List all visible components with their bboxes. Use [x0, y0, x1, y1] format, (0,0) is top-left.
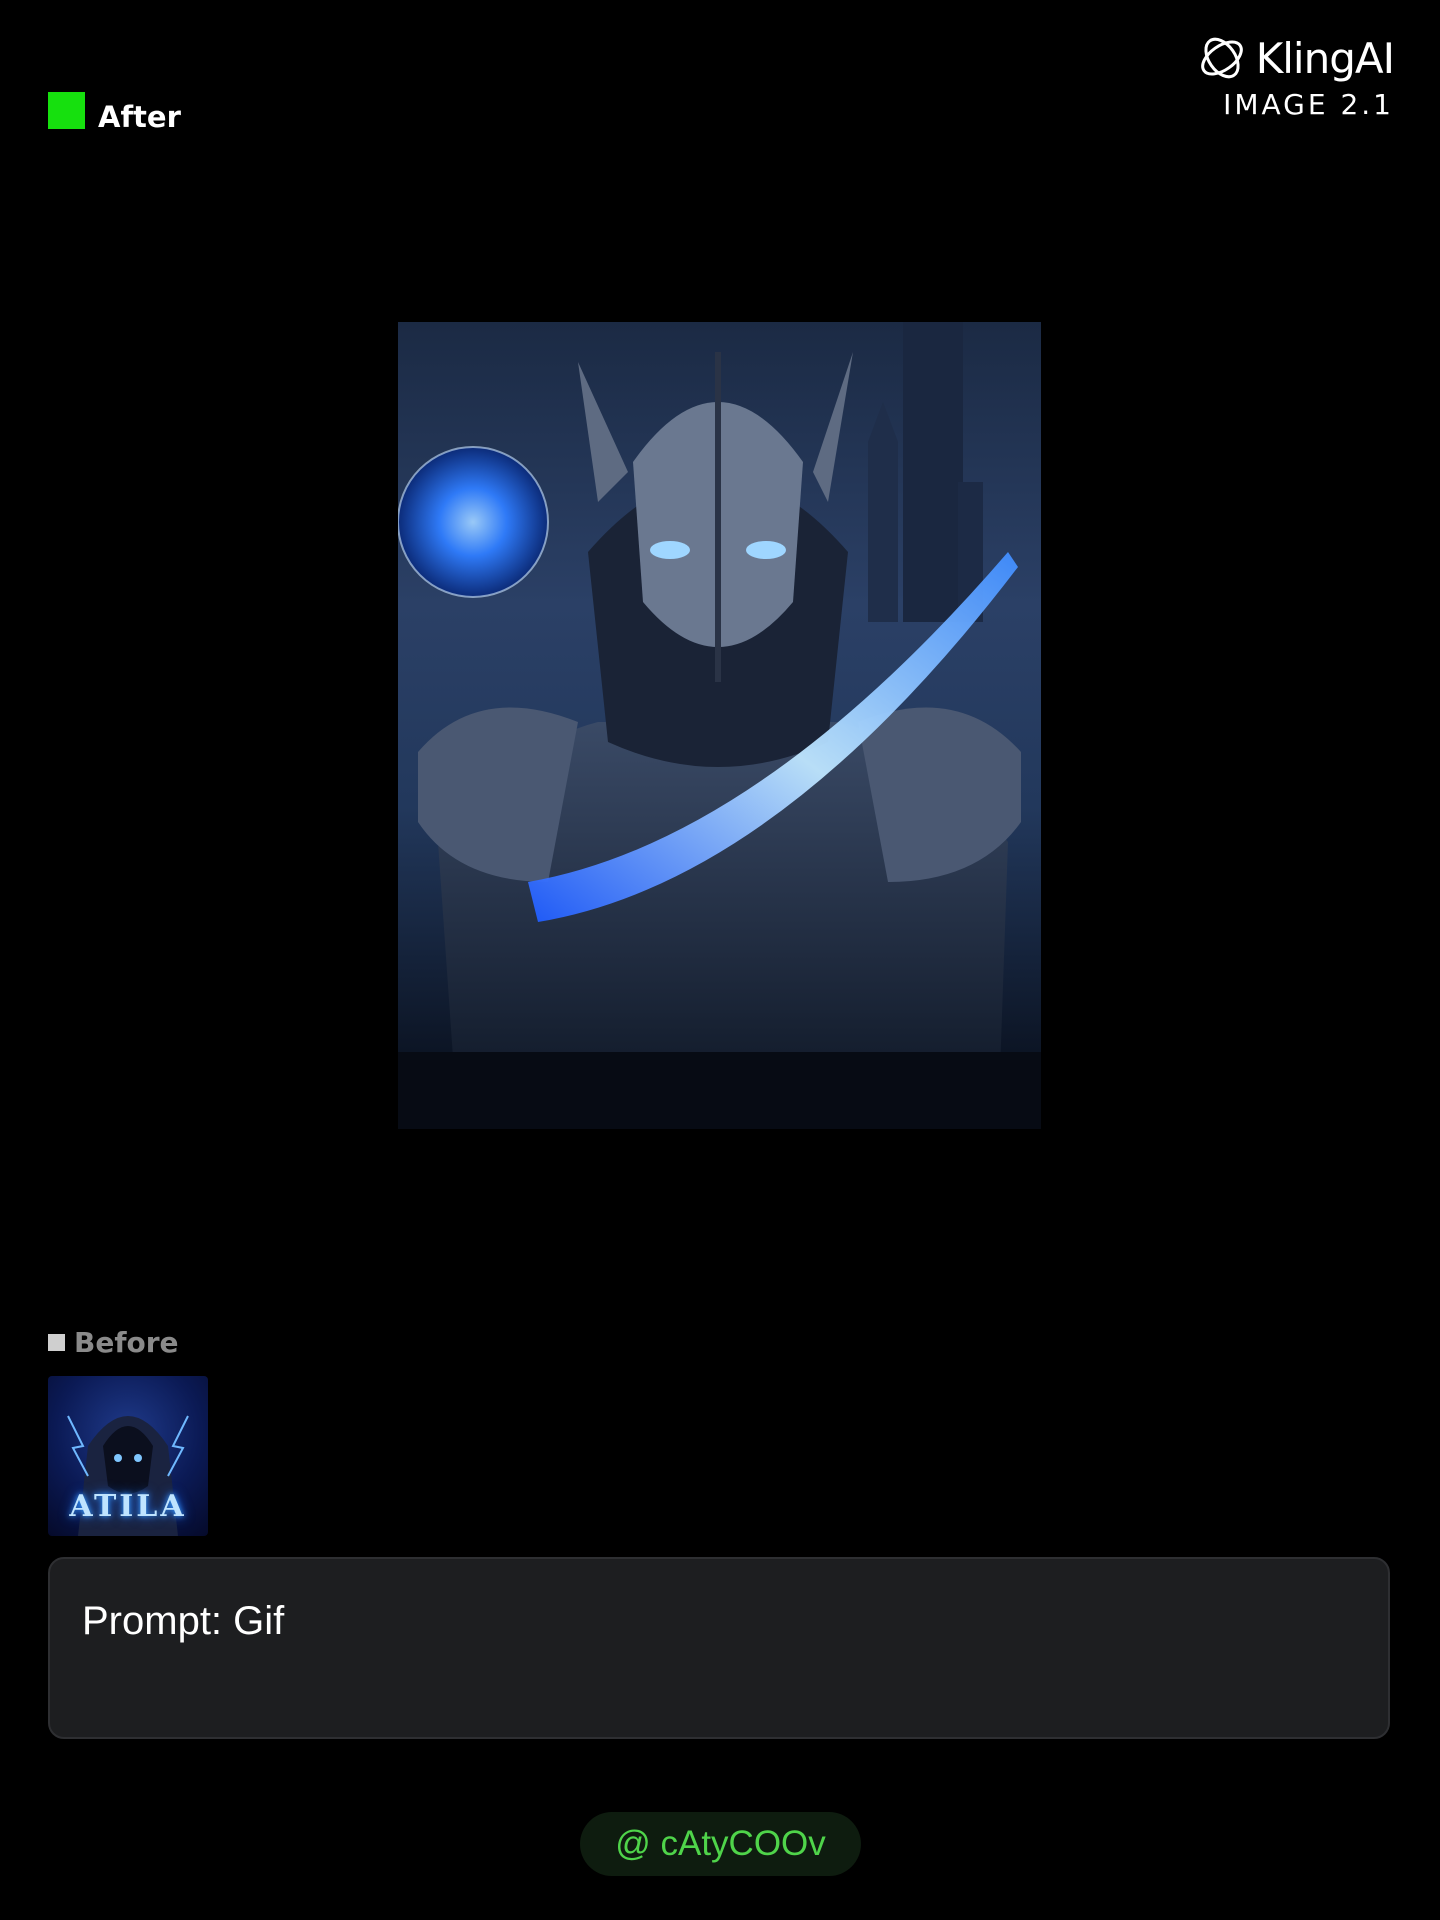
prompt-text: Prompt: Gif	[82, 1599, 285, 1643]
credit-badge: @ cAtyCOOv	[580, 1812, 861, 1876]
brand-name: KlingAI	[1255, 33, 1395, 83]
kling-logo-icon	[1200, 37, 1243, 79]
before-thumbnail[interactable]: ATILA	[48, 1376, 208, 1536]
prompt-box: Prompt: Gif	[48, 1557, 1390, 1739]
generated-image	[398, 322, 1041, 1129]
after-label: After	[48, 86, 181, 134]
armored-knight-image	[398, 322, 1041, 1129]
thumbnail-title: ATILA	[69, 1489, 187, 1524]
before-swatch	[48, 1334, 65, 1351]
after-swatch	[48, 91, 85, 129]
before-label-text: Before	[74, 1326, 179, 1359]
credit-text: @ cAtyCOOv	[615, 1824, 826, 1863]
before-label: Before	[48, 1326, 179, 1359]
brand: KlingAI IMAGE 2.1	[1196, 32, 1395, 121]
after-label-text: After	[98, 100, 181, 134]
brand-subtitle: IMAGE 2.1	[1223, 88, 1394, 121]
